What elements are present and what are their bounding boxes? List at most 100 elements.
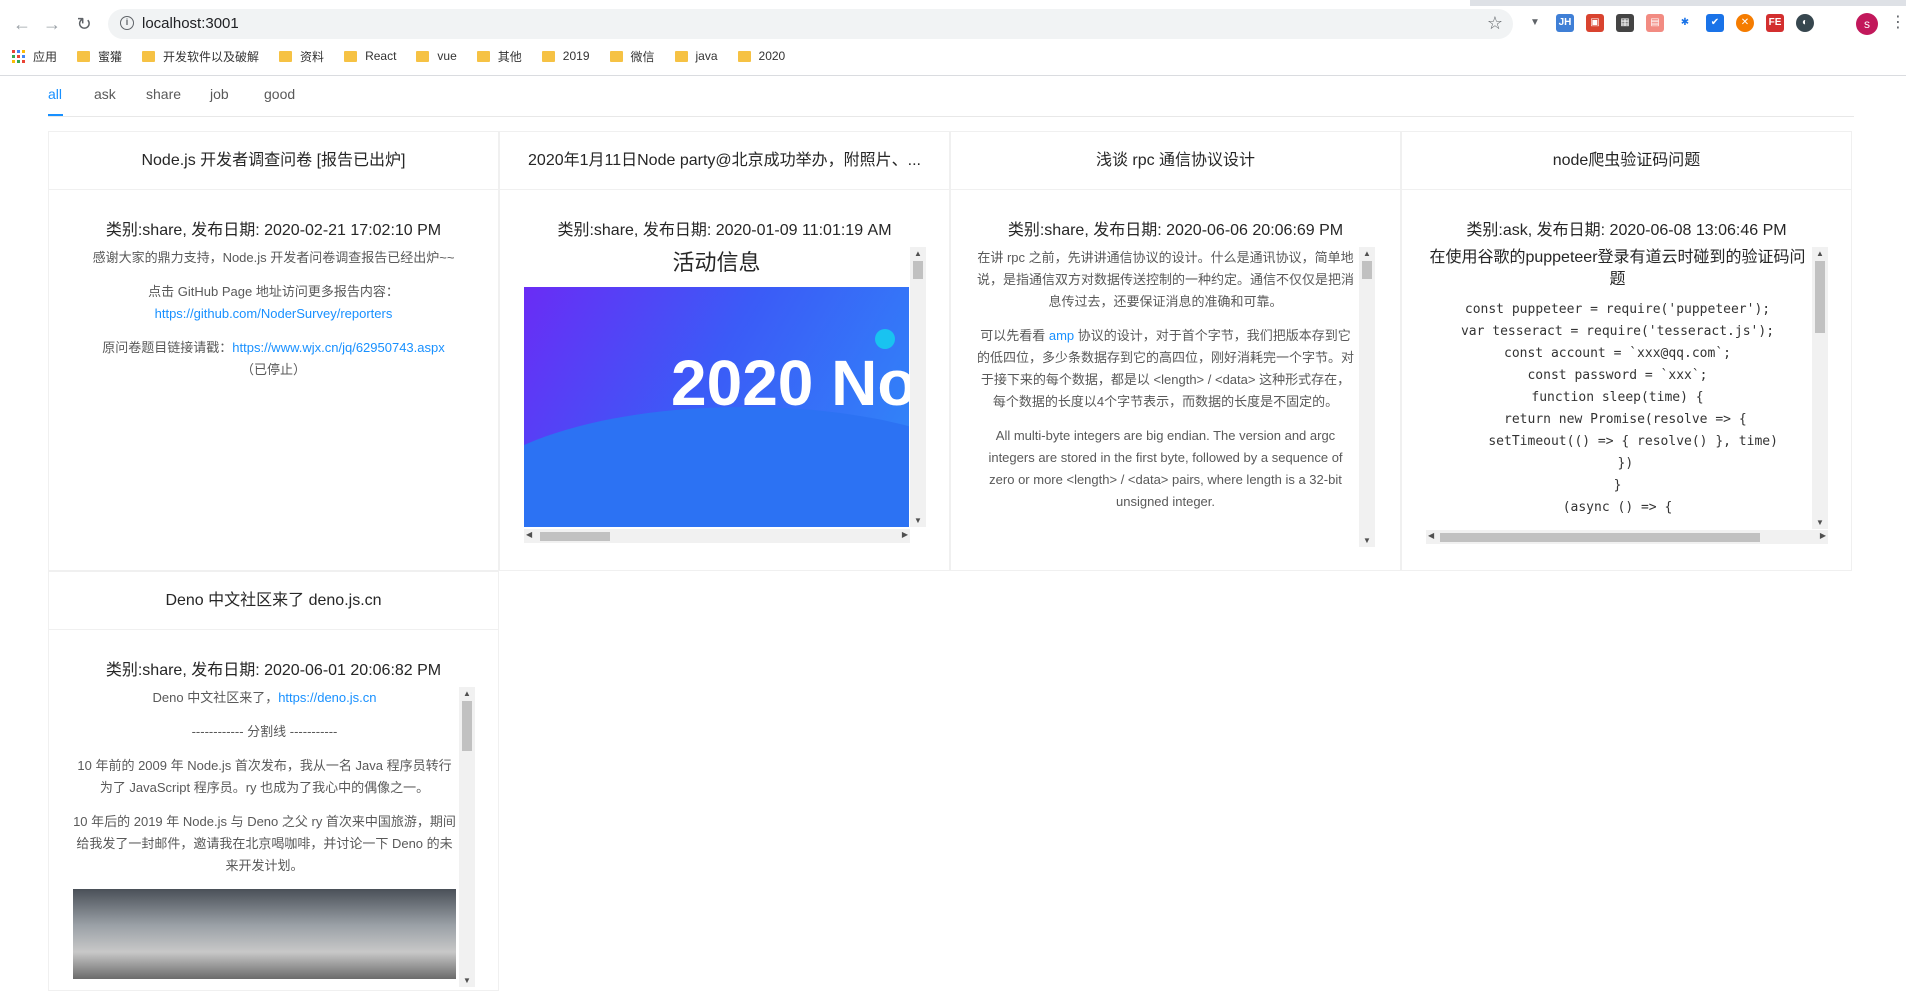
topic-content: Deno 中文社区来了，https://deno.js.cn ---------… [73,687,456,990]
bookmark-star-icon[interactable]: ☆ [1487,13,1503,34]
address-bar[interactable]: i localhost:3001 ☆ [108,9,1513,39]
topic-card[interactable]: 2020年1月11日Node party@北京成功举办，附照片、... 类别:s… [499,131,950,571]
tab-ask[interactable]: ask [94,86,116,102]
content-paragraph: 感谢大家的鼎力支持，Node.js 开发者问卷调查报告已经出炉~~ [92,250,455,265]
content-paragraph: 可以先看看 amp 协议的设计，对于首个字节，我们把版本存到它的低四位，多少条数… [975,325,1356,413]
event-photo-image [73,889,456,979]
amp-link[interactable]: amp [1049,328,1074,343]
extension-fe-icon[interactable]: FE [1766,14,1784,32]
active-tab-indicator [48,114,63,116]
topic-card[interactable]: Deno 中文社区来了 deno.js.cn 类别:share, 发布日期: 2… [48,571,499,991]
extension-pink-icon[interactable]: ▤ [1646,14,1664,32]
content-paragraph: 10 年后的 2019 年 Node.js 与 Deno 之父 ry 首次来中国… [73,814,456,873]
bookmark-folder[interactable]: React [344,49,396,63]
question-heading: 在使用谷歌的puppeteer登录有道云时碰到的验证码问题 [1429,249,1806,288]
deno-cn-link[interactable]: https://deno.js.cn [278,690,376,705]
back-icon[interactable]: ← [10,12,34,36]
topic-content: 感谢大家的鼎力支持，Node.js 开发者问卷调查报告已经出炉~~ 点击 Git… [73,247,474,546]
profile-avatar[interactable]: s [1856,13,1878,35]
forward-icon[interactable]: → [40,12,64,36]
topic-meta: 类别:share, 发布日期: 2020-02-21 17:02:10 PM [105,222,442,239]
bookmark-label: vue [437,49,457,63]
extension-qr-icon[interactable]: ▦ [1616,14,1634,32]
bookmark-label: 2020 [758,49,786,63]
extension-jh-icon[interactable]: JH [1556,14,1574,32]
browser-menu-icon[interactable]: ⋮ [1890,12,1906,32]
extension-check-icon[interactable]: ✔ [1706,14,1724,32]
topic-meta: 类别:share, 发布日期: 2020-01-09 11:01:19 AM [557,222,892,239]
bookmark-folder[interactable]: java [674,49,718,63]
topic-title[interactable]: 浅谈 rpc 通信协议设计 [951,132,1400,190]
vertical-scrollbar[interactable]: ▲ ▼ [459,687,475,987]
code-block: const puppeteer = require('puppeteer'); v… [1426,299,1809,519]
site-info-icon[interactable]: i [120,16,134,30]
horizontal-scrollbar[interactable]: ◀ ▶ [524,529,910,543]
bookmark-folder[interactable]: 其他 [476,48,522,65]
content-paragraph: 点击 GitHub Page 地址访问更多报告内容： https://githu… [73,281,474,325]
content-heading: 活动信息 [672,250,761,275]
bookmark-label: 2019 [562,49,590,63]
extension-star-icon[interactable]: ✱ [1676,14,1694,32]
topic-title[interactable]: 2020年1月11日Node party@北京成功举办，附照片、... [500,132,949,190]
content-paragraph: All multi-byte integers are big endian. … [988,428,1343,509]
bookmark-folder[interactable]: 蜜獾 [77,48,122,65]
folder-icon [344,50,358,62]
code-line: const puppeteer = require('puppeteer'); [1464,302,1771,317]
bookmark-folder[interactable]: vue [416,49,457,63]
content-paragraph: 原问卷题目链接请戳：https://www.wjx.cn/jq/62950743… [73,337,474,381]
folder-icon [77,50,91,62]
reload-icon[interactable]: ↻ [72,12,96,36]
extension-dark-icon[interactable]: ◐ [1796,14,1814,32]
content-text: Deno 中文社区来了， [152,690,279,705]
tab-share[interactable]: share [146,86,181,102]
bookmark-folder[interactable]: 微信 [609,48,655,65]
bookmark-folder[interactable]: 资料 [279,48,324,65]
bookmark-label: 其他 [497,49,522,64]
bookmark-label: React [365,49,397,63]
bookmark-folder[interactable]: 开发软件以及破解 [142,48,259,65]
tab-job[interactable]: job [210,86,229,102]
content-paragraph: 10 年前的 2009 年 Node.js 首次发布，我从一名 Java 程序员… [77,758,452,795]
topic-card[interactable]: node爬虫验证码问题 类别:ask, 发布日期: 2020-06-08 13:… [1401,131,1852,571]
code-line: (async () => { [1562,500,1673,515]
tab-all[interactable]: all [48,86,62,102]
topic-card[interactable]: Node.js 开发者调查问卷 [报告已出炉] 类别:share, 发布日期: … [48,131,499,571]
survey-link[interactable]: https://www.wjx.cn/jq/62950743.aspx [232,340,444,355]
code-line: const account = `xxx@qq.com`; [1504,346,1731,361]
bookmark-label: 开发软件以及破解 [163,49,260,64]
bookmark-label: 蜜獾 [98,49,123,64]
bookmark-folder[interactable]: 2019 [541,49,590,63]
folder-icon [279,50,293,62]
folder-icon [476,50,490,62]
vertical-scrollbar[interactable]: ▲ ▼ [1359,247,1375,547]
content-text: 原问卷题目链接请戳： [102,340,233,355]
vertical-scrollbar[interactable]: ▲ ▼ [910,247,926,527]
extension-filter-icon[interactable]: ▼ [1526,14,1544,32]
github-report-link[interactable]: https://github.com/NoderSurvey/reporters [155,306,393,321]
banner-text: 2020 No [671,347,909,419]
topic-card[interactable]: 浅谈 rpc 通信协议设计 类别:share, 发布日期: 2020-06-06… [950,131,1401,571]
category-tabs: all ask share job good [48,76,1854,117]
tab-good[interactable]: good [264,86,295,102]
code-line: }) [1601,456,1634,471]
extension-red-icon[interactable]: ▣ [1586,14,1604,32]
folder-icon [142,50,156,62]
bookmark-label: 微信 [630,49,655,64]
topic-title[interactable]: Deno 中文社区来了 deno.js.cn [49,572,498,630]
bookmark-folder[interactable]: 2020 [737,49,786,63]
folder-icon [609,50,623,62]
url-text[interactable]: localhost:3001 [142,15,239,32]
content-paragraph: Deno 中文社区来了，https://deno.js.cn [73,687,456,709]
topic-meta: 类别:ask, 发布日期: 2020-06-08 13:06:46 PM [1466,222,1787,239]
folder-icon [541,50,555,62]
divider-text: ------------ 分割线 ----------- [191,724,338,739]
topic-title[interactable]: node爬虫验证码问题 [1402,132,1851,190]
horizontal-scrollbar[interactable]: ◀ ▶ [1426,530,1828,544]
bookmark-apps[interactable]: 应用 [12,48,57,65]
code-line: } [1613,478,1622,493]
content-text: 点击 GitHub Page 地址访问更多报告内容： [148,284,399,299]
content-paragraph: 在讲 rpc 之前，先讲讲通信协议的设计。什么是通讯协议，简单地说，是指通信双方… [976,250,1354,309]
extension-orange-icon[interactable]: ✕ [1736,14,1754,32]
vertical-scrollbar[interactable]: ▲ ▼ [1812,247,1828,529]
topic-title[interactable]: Node.js 开发者调查问卷 [报告已出炉] [49,132,498,190]
